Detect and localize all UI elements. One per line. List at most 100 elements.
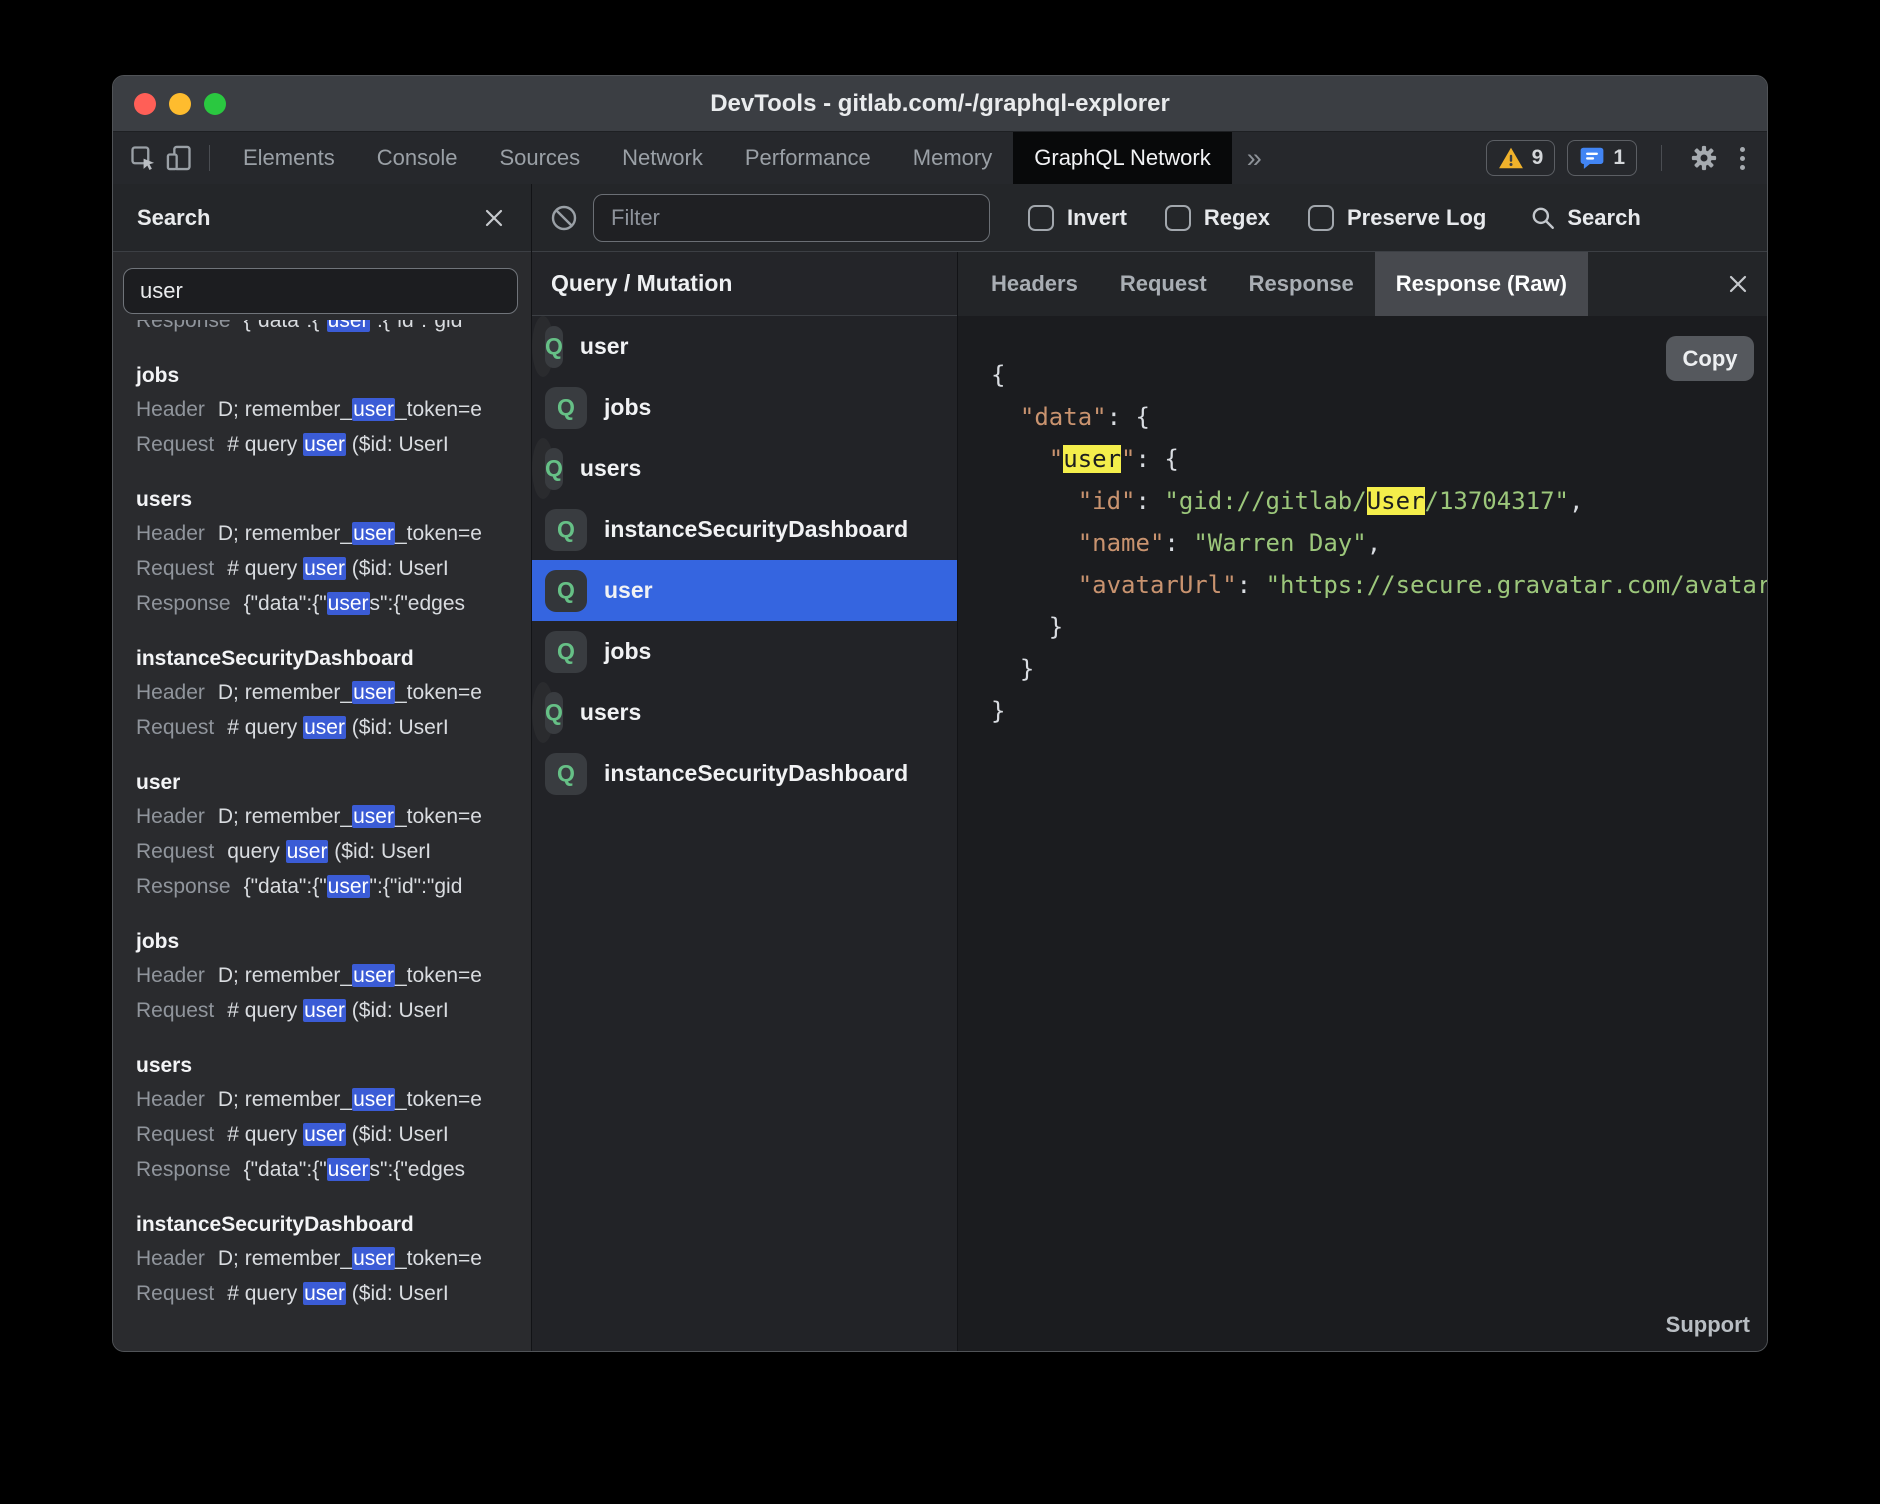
message-count: 1 xyxy=(1613,146,1625,170)
device-toolbar-icon[interactable] xyxy=(161,140,197,176)
json-token: "id" xyxy=(1078,487,1136,515)
json-line: "user": { xyxy=(991,438,1767,480)
query-type-badge: Q xyxy=(545,448,563,490)
support-link[interactable]: Support xyxy=(1666,1312,1750,1338)
json-line: } xyxy=(991,690,1767,732)
more-tabs-chevron-icon[interactable]: » xyxy=(1232,143,1277,174)
devtools-tab-strip: ElementsConsoleSourcesNetworkPerformance… xyxy=(222,132,1232,184)
search-result-line[interactable]: HeaderD; remember_user_token=e xyxy=(136,958,531,993)
result-line-label: Request xyxy=(136,840,214,863)
window-title: DevTools - gitlab.com/-/graphql-explorer xyxy=(710,90,1170,118)
response-tab-headers[interactable]: Headers xyxy=(970,252,1099,316)
tab-graphql-network[interactable]: GraphQL Network xyxy=(1013,132,1231,184)
kebab-menu-icon[interactable] xyxy=(1734,147,1751,170)
search-result-line[interactable]: Request# query user ($id: UserI xyxy=(136,1276,531,1311)
response-close-icon[interactable] xyxy=(1727,273,1749,295)
settings-gear-icon[interactable] xyxy=(1686,140,1722,176)
search-result-line[interactable]: HeaderD; remember_user_token=e xyxy=(136,1241,531,1276)
result-line-text: D; remember_ xyxy=(218,964,352,987)
message-icon xyxy=(1579,146,1605,170)
json-token: : xyxy=(1237,571,1266,599)
search-result-line[interactable]: HeaderD; remember_user_token=e xyxy=(136,1082,531,1117)
query-row-users[interactable]: Qusers xyxy=(532,438,554,499)
query-row-label: jobs xyxy=(604,638,651,665)
messages-badge[interactable]: 1 xyxy=(1567,140,1637,176)
search-result-group: userHeaderD; remember_user_token=e Reques… xyxy=(136,767,531,904)
checkbox-invert[interactable]: Invert xyxy=(1028,205,1127,231)
result-line-label: Request xyxy=(136,557,214,580)
query-row-instancesecuritydashboard[interactable]: QinstanceSecurityDashboard xyxy=(532,743,957,804)
search-close-icon[interactable] xyxy=(483,207,505,229)
tab-memory[interactable]: Memory xyxy=(892,132,1013,184)
json-token: : xyxy=(1164,529,1193,557)
search-result-line[interactable]: Request# query user ($id: UserI xyxy=(136,710,531,745)
tab-console[interactable]: Console xyxy=(356,132,479,184)
checkbox-preserve-log[interactable]: Preserve Log xyxy=(1308,205,1486,231)
search-match-highlight: user xyxy=(303,1282,346,1305)
invert-checkbox-label: Invert xyxy=(1067,205,1127,231)
clear-icon[interactable] xyxy=(549,203,579,233)
inspect-element-icon[interactable] xyxy=(125,140,161,176)
search-result-line[interactable]: Requestquery user ($id: UserI xyxy=(136,834,531,869)
json-token: : xyxy=(1136,487,1165,515)
query-row-users[interactable]: Qusers xyxy=(532,682,554,743)
result-group-title[interactable]: users xyxy=(136,1050,531,1082)
copy-button[interactable]: Copy xyxy=(1666,336,1754,381)
response-tab-response-raw[interactable]: Response (Raw) xyxy=(1375,252,1588,316)
result-group-title[interactable]: users xyxy=(136,484,531,516)
result-group-title[interactable]: instanceSecurityDashboard xyxy=(136,643,531,675)
query-row-instancesecuritydashboard[interactable]: QinstanceSecurityDashboard xyxy=(532,499,957,560)
result-line-label: Request xyxy=(136,716,214,739)
search-result-line[interactable]: HeaderD; remember_user_token=e xyxy=(136,392,531,427)
result-group-title[interactable]: jobs xyxy=(136,360,531,392)
query-row-user[interactable]: Quser xyxy=(532,316,554,377)
warning-count: 9 xyxy=(1532,146,1544,170)
result-line-text: D; remember_ xyxy=(218,1247,352,1270)
response-tabs: HeadersRequestResponseResponse (Raw) xyxy=(970,252,1588,316)
result-line-text: # query xyxy=(227,1123,303,1146)
result-group-title[interactable]: user xyxy=(136,767,531,799)
search-result-line[interactable]: Request# query user ($id: UserI xyxy=(136,1117,531,1152)
close-window-button[interactable] xyxy=(134,93,156,115)
result-line-text: D; remember_ xyxy=(218,522,352,545)
tab-network[interactable]: Network xyxy=(601,132,724,184)
search-result-line[interactable]: Response{"data":{"user":{"id":"gid xyxy=(136,320,531,338)
search-result-line[interactable]: Response{"data":{"users":{"edges xyxy=(136,586,531,621)
search-input[interactable] xyxy=(123,268,518,314)
tab-sources[interactable]: Sources xyxy=(478,132,601,184)
query-row-user[interactable]: Quser xyxy=(532,560,957,621)
search-result-line[interactable]: Response{"data":{"user":{"id":"gid xyxy=(136,869,531,904)
result-line-text: ($id: UserI xyxy=(328,840,431,863)
search-match-highlight: user xyxy=(327,592,370,615)
result-line-text: query xyxy=(227,840,285,863)
result-group-title[interactable]: instanceSecurityDashboard xyxy=(136,1209,531,1241)
toolbar-search-label: Search xyxy=(1567,205,1640,231)
network-region: InvertRegexPreserve Log Search Query / M… xyxy=(532,184,1767,1351)
response-tab-request[interactable]: Request xyxy=(1099,252,1228,316)
toolbar-search[interactable]: Search xyxy=(1530,205,1640,231)
tab-performance[interactable]: Performance xyxy=(724,132,892,184)
search-match-highlight: user xyxy=(352,805,395,828)
warnings-badge[interactable]: 9 xyxy=(1486,140,1556,176)
response-tab-response[interactable]: Response xyxy=(1228,252,1375,316)
search-result-line[interactable]: HeaderD; remember_user_token=e xyxy=(136,799,531,834)
minimize-window-button[interactable] xyxy=(169,93,191,115)
search-result-line[interactable]: Response{"data":{"users":{"edges xyxy=(136,1152,531,1187)
query-row-jobs[interactable]: Qjobs xyxy=(532,621,957,682)
search-result-line[interactable]: HeaderD; remember_user_token=e xyxy=(136,675,531,710)
checkbox-regex[interactable]: Regex xyxy=(1165,205,1270,231)
search-result-line[interactable]: Request# query user ($id: UserI xyxy=(136,551,531,586)
result-group-title[interactable]: jobs xyxy=(136,926,531,958)
search-result-line[interactable]: Request# query user ($id: UserI xyxy=(136,427,531,462)
zoom-window-button[interactable] xyxy=(204,93,226,115)
query-row-label: instanceSecurityDashboard xyxy=(604,760,908,787)
search-panel: Search Response{"data":{"user":{"id":"gi… xyxy=(113,184,532,1351)
result-line-text: ($id: UserI xyxy=(346,716,449,739)
tab-elements[interactable]: Elements xyxy=(222,132,356,184)
search-result-line[interactable]: HeaderD; remember_user_token=e xyxy=(136,516,531,551)
search-result-line[interactable]: Request# query user ($id: UserI xyxy=(136,993,531,1028)
result-line-text: _token=e xyxy=(395,522,482,545)
filter-input[interactable] xyxy=(593,194,990,242)
query-row-jobs[interactable]: Qjobs xyxy=(532,377,957,438)
json-line: "avatarUrl": "https://secure.gravatar.co… xyxy=(991,564,1767,606)
